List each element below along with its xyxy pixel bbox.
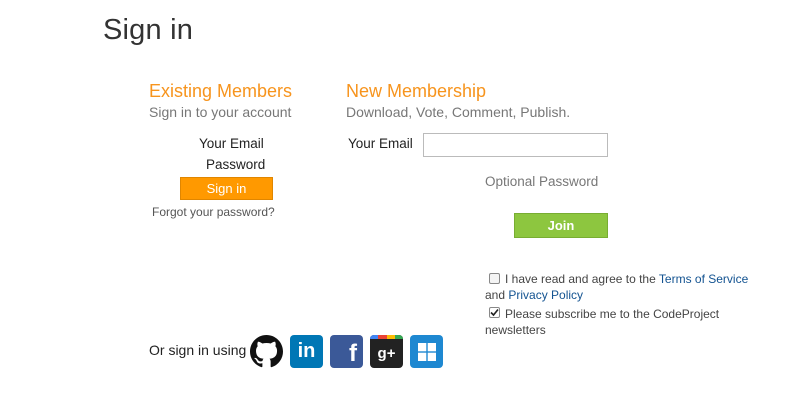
- google-plus-icon[interactable]: g+: [370, 335, 403, 368]
- linkedin-icon[interactable]: in: [290, 335, 323, 368]
- join-button[interactable]: Join: [514, 213, 608, 238]
- terms-text: I have read and agree to the Terms of Se…: [505, 272, 748, 286]
- terms-of-service-link[interactable]: Terms of Service: [659, 272, 748, 286]
- new-membership-title: New Membership: [346, 81, 487, 101]
- existing-password-label: Password: [206, 157, 266, 172]
- checkmark-icon: [490, 308, 499, 317]
- existing-members-title: Existing Members: [149, 81, 293, 101]
- windows-icon[interactable]: [410, 335, 443, 368]
- google-color-strip: [370, 335, 403, 339]
- privacy-policy-link[interactable]: Privacy Policy: [508, 288, 583, 302]
- facebook-icon-text: f: [349, 340, 357, 367]
- page-title: Sign in: [103, 14, 194, 46]
- terms-prefix: I have read and agree to the: [505, 272, 659, 286]
- linkedin-icon-text: in: [297, 340, 316, 362]
- new-membership-subtitle: Download, Vote, Comment, Publish.: [346, 104, 571, 120]
- facebook-icon[interactable]: f: [330, 335, 363, 368]
- newsletter-checkbox[interactable]: [489, 307, 500, 318]
- terms-and: and: [485, 288, 509, 302]
- optional-password-label: Optional Password: [485, 174, 599, 189]
- newsletter-line1: Please subscribe me to the CodeProject: [505, 307, 720, 321]
- google-plus-icon-text: g+: [377, 345, 396, 362]
- new-email-input[interactable]: [423, 133, 608, 157]
- github-icon[interactable]: [250, 335, 283, 368]
- sign-in-button[interactable]: Sign in: [180, 177, 273, 200]
- new-email-label: Your Email: [348, 136, 413, 151]
- terms-checkbox[interactable]: [489, 273, 500, 284]
- terms-text-line2: and Privacy Policy: [485, 288, 583, 302]
- forgot-password-link[interactable]: Forgot your password?: [152, 205, 275, 219]
- existing-email-label: Your Email: [199, 136, 264, 151]
- existing-members-subtitle: Sign in to your account: [149, 104, 292, 120]
- windows-logo: [417, 342, 436, 361]
- newsletter-line2: newsletters: [485, 323, 546, 337]
- social-signin-label: Or sign in using: [149, 342, 247, 358]
